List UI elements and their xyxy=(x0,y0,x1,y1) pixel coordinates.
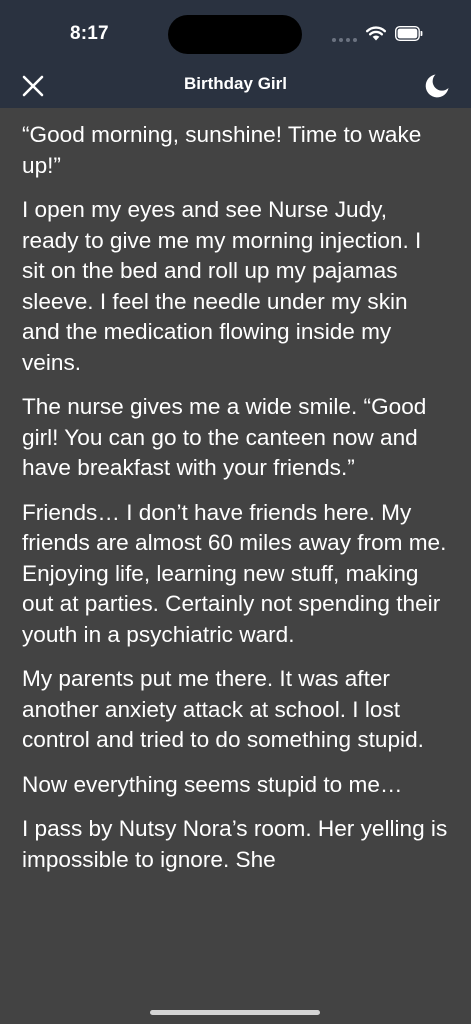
story-paragraph: “Good morning, sunshine! Time to wake up… xyxy=(22,122,422,178)
story-paragraph: Friends… I don’t have friends here. My f… xyxy=(22,499,447,647)
story-paragraph: I pass by Nutsy Nora’s room. Her yelling… xyxy=(22,816,448,872)
wifi-icon xyxy=(366,26,386,41)
top-header: 8:17 Birthday Girl xyxy=(0,0,471,108)
home-indicator[interactable] xyxy=(150,1010,320,1015)
reader-screen: 8:17 Birthday Girl “Good morning, sunshi… xyxy=(0,0,471,1024)
story-paragraph: The nurse gives me a wide smile. “Good g… xyxy=(22,394,427,480)
story-content[interactable]: “Good morning, sunshine! Time to wake up… xyxy=(0,108,471,1024)
status-time: 8:17 xyxy=(70,23,109,44)
page-title: Birthday Girl xyxy=(184,74,287,93)
status-bar: 8:17 xyxy=(0,0,471,62)
dynamic-island xyxy=(168,15,302,54)
moon-icon[interactable] xyxy=(422,71,452,101)
nav-bar: Birthday Girl xyxy=(0,62,471,108)
story-paragraph: My parents put me there. It was after an… xyxy=(22,666,424,752)
story-paragraph: I open my eyes and see Nurse Judy, ready… xyxy=(22,197,422,375)
battery-icon xyxy=(395,26,423,41)
story-paragraph: Now everything seems stupid to me… xyxy=(22,771,403,797)
signal-dots-icon xyxy=(332,38,357,42)
